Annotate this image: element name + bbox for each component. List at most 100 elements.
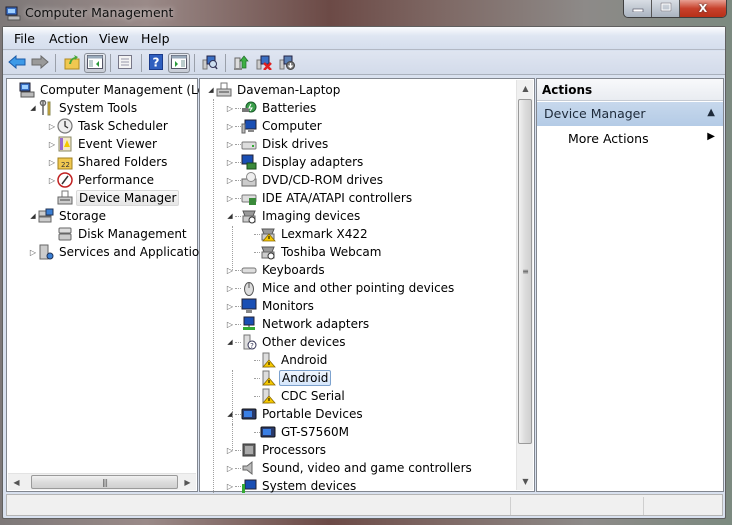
tree-item[interactable]: ▷ Mice and other pointing devices [225, 279, 456, 297]
expanded-arrow-icon[interactable]: ◢ [206, 86, 216, 94]
more-actions-label: More Actions [568, 131, 649, 146]
menu-file[interactable]: File [14, 31, 35, 46]
collapsed-arrow-icon[interactable]: ▷ [225, 302, 235, 311]
collapsed-arrow-icon[interactable]: ▷ [225, 320, 235, 329]
close-button[interactable]: X [680, 0, 726, 17]
tree-item[interactable]: ▷ Disk drives [225, 135, 330, 153]
help-button[interactable]: ? [145, 53, 167, 73]
tree-item[interactable]: ◢? Other devices [225, 333, 348, 351]
processor-icon [241, 442, 257, 458]
tree-item[interactable]: ▷ 22 Shared Folders [47, 153, 169, 171]
expanded-arrow-icon[interactable]: ◢ [28, 212, 38, 220]
forward-button[interactable] [29, 53, 51, 73]
menu-help[interactable]: Help [141, 31, 170, 46]
menu-bar: File Action View Help [3, 27, 725, 50]
collapse-up-icon[interactable]: ▲ [707, 107, 715, 118]
tree-item[interactable]: ▷ Network adapters [225, 315, 371, 333]
tree-item[interactable]: ▷ Computer [225, 117, 324, 135]
tree-item[interactable]: ▷ Sound, video and game controllers [225, 459, 474, 477]
actions-group-device-manager[interactable]: Device Manager ▲ [537, 102, 723, 126]
collapsed-arrow-icon[interactable]: ▷ [28, 248, 38, 257]
scroll-left-button[interactable]: ◀ [8, 474, 25, 491]
tree-item[interactable]: ▷ Processors [225, 441, 328, 459]
collapsed-arrow-icon[interactable]: ▷ [47, 158, 57, 167]
tree-connector [213, 99, 214, 493]
show-hide-action-pane-button[interactable] [168, 53, 190, 73]
toolbar-separator [110, 54, 111, 72]
scroll-down-button[interactable]: ▼ [517, 473, 534, 490]
tree-item[interactable]: ◢ Storage [28, 207, 108, 225]
collapsed-arrow-icon[interactable]: ▷ [225, 464, 235, 473]
collapsed-arrow-icon[interactable]: ▷ [225, 266, 235, 275]
tree-item[interactable]: ▷ Keyboards [225, 261, 327, 279]
tree-item[interactable]: ▷ Task Scheduler [47, 117, 170, 135]
collapsed-arrow-icon[interactable]: ▷ [225, 482, 235, 491]
minimize-button[interactable] [624, 0, 652, 17]
toolbar: ? [3, 51, 725, 75]
scroll-up-button[interactable]: ▲ [517, 80, 534, 97]
scan-hardware-button[interactable] [199, 53, 221, 73]
status-separator [510, 497, 511, 515]
expanded-arrow-icon[interactable]: ◢ [28, 104, 38, 112]
show-hide-console-tree-button[interactable] [84, 53, 106, 73]
collapsed-arrow-icon[interactable]: ▷ [225, 176, 235, 185]
up-one-level-button[interactable] [61, 53, 83, 73]
tree-item[interactable]: ◢ System Tools [28, 99, 139, 117]
tree-item[interactable]: ▷ Performance [47, 171, 156, 189]
tree-item[interactable]: ▷ IDE ATA/ATAPI controllers [225, 189, 414, 207]
menu-action[interactable]: Action [49, 31, 88, 46]
network-adapter-icon [241, 316, 257, 332]
tree-item[interactable]: ▷ Event Viewer [47, 135, 159, 153]
tree-item[interactable]: Android [244, 369, 332, 387]
performance-icon [57, 172, 73, 188]
tree-item[interactable]: Lexmark X422 [244, 225, 370, 243]
expanded-arrow-icon[interactable]: ◢ [225, 338, 235, 346]
tree-item[interactable]: ▷ DVD/CD-ROM drives [225, 171, 385, 189]
tree-item[interactable]: Android [244, 351, 329, 369]
tree-item[interactable]: GT-S7560M [244, 423, 351, 441]
uninstall-button[interactable] [253, 53, 275, 73]
collapsed-arrow-icon[interactable]: ▷ [47, 140, 57, 149]
horizontal-scrollbar[interactable]: ◀ ||| ▶ [8, 473, 196, 490]
tree-item[interactable]: ▷ Monitors [225, 297, 316, 315]
tree-item-label: Computer Management (Local [40, 83, 223, 97]
vertical-scroll-thumb[interactable]: ≡ [518, 99, 532, 444]
tree-item[interactable]: CDC Serial [244, 387, 347, 405]
tree-item[interactable]: Disk Management [47, 225, 189, 243]
tree-item[interactable]: ▷ Batteries [225, 99, 318, 117]
collapsed-arrow-icon[interactable]: ▷ [225, 194, 235, 203]
tree-item[interactable]: Computer Management (Local [9, 81, 224, 99]
back-button[interactable] [6, 53, 28, 73]
update-driver-button[interactable] [230, 53, 252, 73]
menu-view[interactable]: View [99, 31, 129, 46]
horizontal-scroll-thumb[interactable]: ||| [31, 475, 178, 489]
expanded-arrow-icon[interactable]: ◢ [225, 212, 235, 220]
tree-item[interactable]: ▷ System devices [225, 477, 358, 495]
tree-item[interactable]: ▷ Services and Applications [28, 243, 215, 261]
collapsed-arrow-icon[interactable]: ▷ [225, 446, 235, 455]
scroll-right-button[interactable]: ▶ [179, 474, 196, 491]
tree-item-label: Shared Folders [78, 155, 168, 169]
tree-item[interactable]: Toshiba Webcam [244, 243, 383, 261]
tree-item[interactable]: ◢ Portable Devices [225, 405, 365, 423]
more-actions-item[interactable]: More Actions ▶ [537, 128, 723, 148]
computer-management-app-icon [5, 5, 21, 21]
collapsed-arrow-icon[interactable]: ▷ [225, 158, 235, 167]
tree-item[interactable]: ◢ Daveman-Laptop [206, 81, 342, 99]
collapsed-arrow-icon[interactable]: ▷ [47, 176, 57, 185]
collapsed-arrow-icon[interactable]: ▷ [47, 122, 57, 131]
properties-button[interactable] [114, 53, 136, 73]
vertical-scrollbar[interactable]: ▲ ≡ ▼ [516, 80, 533, 490]
collapsed-arrow-icon[interactable]: ▷ [225, 284, 235, 293]
collapsed-arrow-icon[interactable]: ▷ [225, 140, 235, 149]
disable-device-button[interactable] [276, 53, 298, 73]
tree-item[interactable]: ▷ Display adapters [225, 153, 365, 171]
collapsed-arrow-icon[interactable]: ▷ [225, 104, 235, 113]
maximize-button[interactable] [652, 0, 680, 17]
tree-item-label: Imaging devices [262, 209, 361, 223]
expanded-arrow-icon[interactable]: ◢ [225, 410, 235, 418]
tree-item-label: GT-S7560M [281, 425, 349, 439]
tree-item[interactable]: Device Manager [47, 189, 180, 207]
tree-item[interactable]: ◢ Imaging devices [225, 207, 362, 225]
collapsed-arrow-icon[interactable]: ▷ [225, 122, 235, 131]
